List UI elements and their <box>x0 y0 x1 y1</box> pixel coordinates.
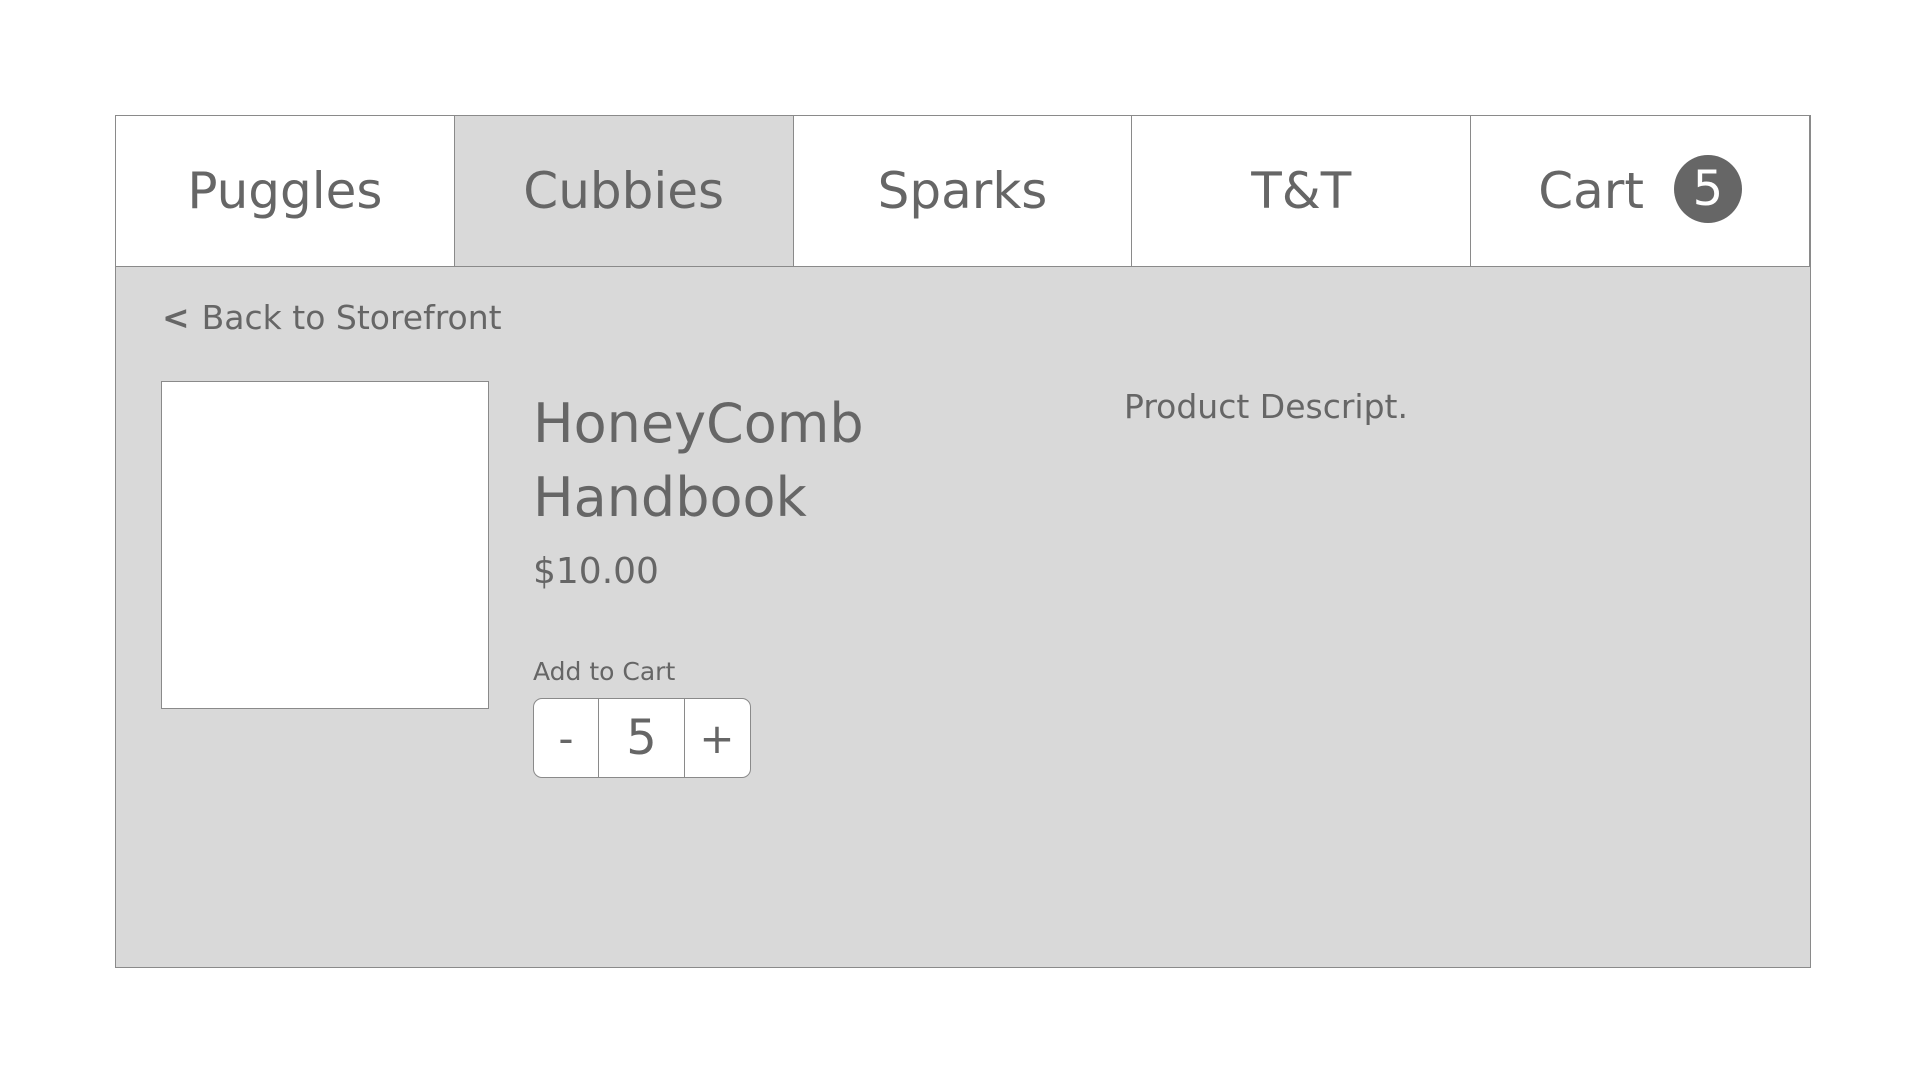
category-tab-bar: Puggles Cubbies Sparks T&T Cart 5 <box>116 116 1810 267</box>
tab-label: T&T <box>1251 162 1352 220</box>
quantity-stepper: - 5 + <box>533 698 751 778</box>
tab-puggles[interactable]: Puggles <box>116 116 455 266</box>
chevron-left-icon: < <box>162 298 190 337</box>
tab-label: Sparks <box>877 162 1048 220</box>
add-to-cart-label: Add to Cart <box>533 657 676 686</box>
increment-button[interactable]: + <box>685 699 749 777</box>
product-description: Product Descript. <box>1124 387 1408 426</box>
tab-cart[interactable]: Cart 5 <box>1471 116 1810 266</box>
product-title: HoneyComb Handbook <box>533 392 864 529</box>
product-image-placeholder <box>161 381 489 709</box>
tab-t-and-t[interactable]: T&T <box>1132 116 1472 266</box>
decrement-button[interactable]: - <box>534 699 598 777</box>
tab-label: Cart <box>1538 162 1644 220</box>
tab-label: Cubbies <box>523 162 725 220</box>
back-to-storefront-link[interactable]: < Back to Storefront <box>162 298 502 337</box>
tab-label: Puggles <box>187 162 383 220</box>
tab-cubbies[interactable]: Cubbies <box>454 116 794 266</box>
cart-count-badge: 5 <box>1673 155 1742 223</box>
storefront-frame: Puggles Cubbies Sparks T&T Cart 5 < Back … <box>115 115 1811 968</box>
back-link-label: Back to Storefront <box>201 298 502 337</box>
product-price: $10.00 <box>533 551 659 592</box>
quantity-field[interactable]: 5 <box>598 699 685 777</box>
tab-sparks[interactable]: Sparks <box>793 116 1133 266</box>
